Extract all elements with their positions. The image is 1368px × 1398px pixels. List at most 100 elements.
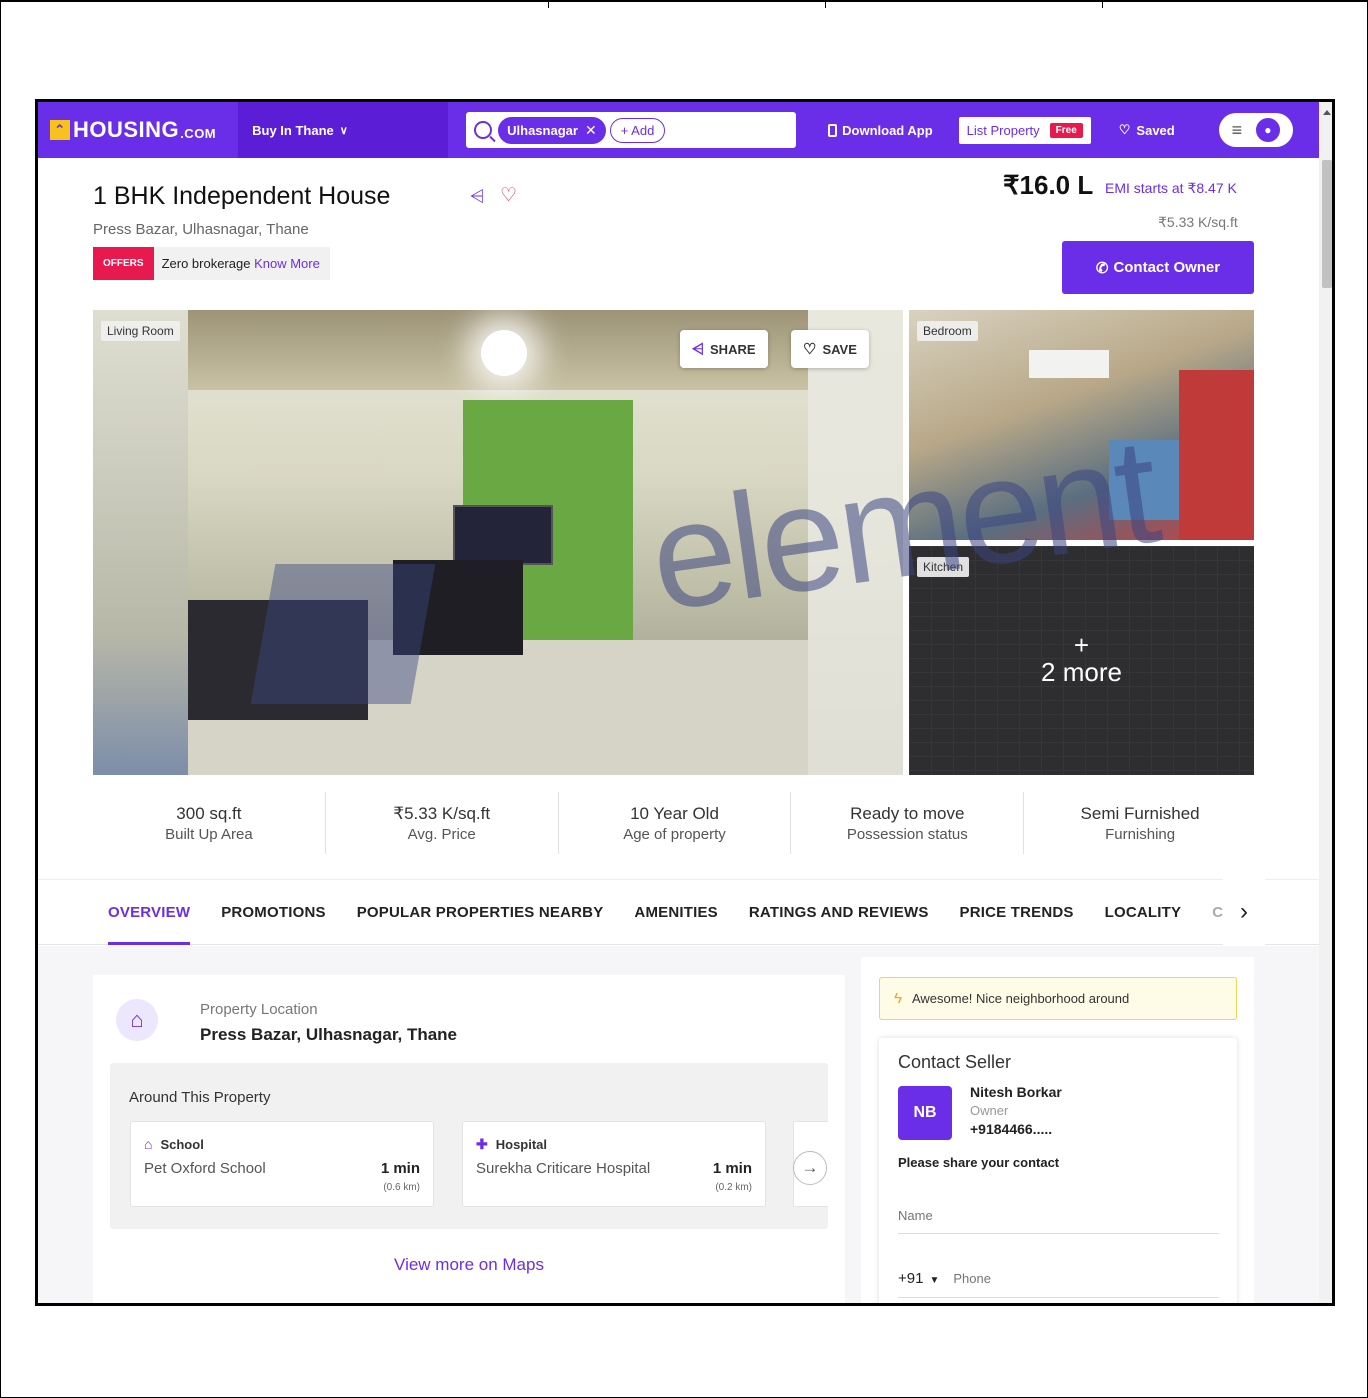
heart-outline-icon: ♡ — [803, 341, 817, 358]
poi-time: 1 min — [380, 1160, 420, 1177]
download-app-label: Download App — [842, 122, 933, 138]
sidebar: ϟ Awesome! Nice neighborhood around Cont… — [861, 957, 1254, 1303]
page: ⌃ HOUSING .COM Buy In Thane ∨ Ulhasnagar… — [0, 0, 1368, 1398]
stat-label: Possession status — [846, 826, 968, 843]
poi-card[interactable]: ✚ Hospital Surekha Criticare Hospital 1 m… — [462, 1121, 766, 1207]
offers-text: Zero brokerage Know More — [154, 256, 330, 271]
property-stats: 300 sq.ft Built Up Area ₹5.33 K/sq.ft Av… — [93, 792, 1256, 854]
poi-category: ✚ Hospital — [476, 1136, 547, 1153]
photo-ac — [1029, 350, 1109, 378]
stat-avg-price: ₹5.33 K/sq.ft Avg. Price — [326, 792, 559, 854]
top-navbar: ⌃ HOUSING .COM Buy In Thane ∨ Ulhasnagar… — [38, 102, 1319, 158]
phone-icon — [828, 123, 838, 137]
section-tabs: OVERVIEW PROMOTIONS POPULAR PROPERTIES N… — [38, 879, 1319, 945]
free-badge: Free — [1049, 122, 1083, 138]
emi-link[interactable]: EMI starts at ₹8.47 K — [1105, 180, 1237, 197]
phone-input[interactable] — [953, 1271, 1174, 1286]
page-scrollbar[interactable] — [1319, 102, 1332, 1303]
close-icon[interactable]: ✕ — [585, 122, 597, 139]
view-more-on-maps-link[interactable]: View more on Maps — [93, 1255, 845, 1275]
frame-tick — [825, 0, 826, 8]
around-property-title: Around This Property — [129, 1089, 271, 1106]
know-more-link[interactable]: Know More — [254, 256, 320, 271]
seller-name: Nitesh Borkar — [970, 1084, 1062, 1100]
photo-left-blur — [93, 310, 188, 775]
tab-promotions[interactable]: PROMOTIONS — [221, 879, 326, 945]
photo-lamp — [481, 330, 527, 376]
list-property-label: List Property — [966, 122, 1040, 138]
stat-value: Semi Furnished — [1080, 804, 1200, 823]
property-price: ₹16.0 L — [1003, 170, 1094, 200]
poi-card[interactable]: ⌂ School Pet Oxford School 1 min (0.6 km) — [130, 1121, 434, 1207]
tab-popular-properties[interactable]: POPULAR PROPERTIES NEARBY — [357, 879, 604, 945]
account-menu[interactable]: ≡ ● — [1218, 113, 1293, 147]
location-chip[interactable]: Ulhasnagar ✕ — [498, 116, 606, 144]
poi-distance: (0.2 km) — [715, 1182, 752, 1193]
stat-furnishing: Semi Furnished Furnishing — [1024, 792, 1256, 854]
location-chip-label: Ulhasnagar — [507, 122, 578, 138]
stat-label: Age of property — [623, 826, 726, 843]
contact-owner-label: Contact Owner — [1113, 259, 1221, 276]
photo-tv — [453, 505, 553, 565]
property-location-value: Press Bazar, Ulhasnagar, Thane — [200, 1025, 458, 1044]
seller-phone: +9184466..... — [970, 1121, 1053, 1137]
offers-description: Zero brokerage — [161, 256, 251, 271]
city-dropdown[interactable]: Buy In Thane ∨ — [238, 102, 449, 158]
contact-owner-button[interactable]: ✆ Contact Owner — [1062, 241, 1254, 294]
seller-role: Owner — [970, 1103, 1009, 1118]
arrow-right-icon[interactable]: → — [793, 1151, 827, 1185]
user-avatar-icon: ● — [1255, 118, 1280, 142]
photo-curtain — [1179, 370, 1254, 540]
property-address: Press Bazar, Ulhasnagar, Thane — [93, 221, 309, 238]
property-title: 1 BHK Independent House — [93, 182, 391, 210]
plus-icon: + — [1073, 630, 1090, 660]
heart-icon[interactable]: ♡ — [500, 184, 517, 207]
name-input[interactable] — [898, 1198, 1219, 1234]
scroll-thumb[interactable] — [1322, 160, 1332, 288]
chevron-right-icon[interactable]: › — [1223, 879, 1265, 945]
poi-category: ⌂ School — [144, 1136, 204, 1152]
country-code-select[interactable]: +91 ▼ — [898, 1270, 939, 1287]
stat-label: Furnishing — [1105, 826, 1176, 843]
lightning-icon: ϟ — [894, 990, 902, 1007]
search-icon — [474, 121, 493, 139]
tab-price-trends[interactable]: PRICE TRENDS — [960, 879, 1074, 945]
location-pin-icon: ⌂ — [116, 999, 158, 1041]
tab-overview[interactable]: OVERVIEW — [108, 879, 191, 945]
poi-category-label: Hospital — [495, 1137, 548, 1152]
search-box[interactable]: Ulhasnagar ✕ + Add — [466, 112, 797, 148]
tab-locality[interactable]: LOCALITY — [1105, 879, 1182, 945]
save-button[interactable]: ♡ SAVE — [791, 330, 869, 368]
saved-heart-icon: ♡ — [1118, 122, 1131, 137]
scroll-up-icon[interactable] — [1323, 110, 1331, 115]
stat-label: Avg. Price — [407, 826, 476, 843]
share-icon[interactable]: ⩤ — [470, 186, 484, 207]
saved-link[interactable]: ♡ Saved — [1119, 122, 1175, 138]
contact-seller-card: Contact Seller NB Nitesh Borkar Owner +9… — [879, 1038, 1237, 1303]
tab-ratings-reviews[interactable]: RATINGS AND REVIEWS — [749, 879, 929, 945]
stat-value: Ready to move — [850, 804, 965, 823]
add-location-button[interactable]: + Add — [609, 117, 666, 143]
watermark-logo-shape — [250, 564, 436, 704]
poi-time: 1 min — [712, 1160, 752, 1177]
city-label: Buy In Thane — [252, 122, 334, 138]
neighborhood-banner: ϟ Awesome! Nice neighborhood around — [879, 977, 1237, 1020]
share-button[interactable]: ⩤ SHARE — [680, 330, 768, 368]
tab-amenities[interactable]: AMENITIES — [634, 879, 717, 945]
bedroom-label: Bedroom — [917, 321, 978, 341]
stat-value: 10 Year Old — [630, 804, 719, 823]
offers-banner: OFFERS Zero brokerage Know More — [93, 247, 330, 280]
list-property-button[interactable]: List Property Free — [958, 116, 1091, 144]
poi-name: Surekha Criticare Hospital — [476, 1160, 651, 1177]
poi-name: Pet Oxford School — [144, 1160, 266, 1177]
download-app-link[interactable]: Download App — [828, 123, 933, 138]
browser-viewport: ⌃ HOUSING .COM Buy In Thane ∨ Ulhasnagar… — [35, 99, 1335, 1306]
seller-avatar: NB — [898, 1086, 952, 1140]
save-label: SAVE — [822, 341, 857, 357]
logo-text: HOUSING — [73, 117, 180, 142]
phone-row: +91 ▼ — [898, 1260, 1219, 1298]
more-photos-count: 2 more — [1041, 657, 1122, 687]
property-location-label: Property Location — [200, 1001, 318, 1018]
housing-logo[interactable]: ⌃ HOUSING .COM — [50, 117, 216, 143]
share-icon: ⩤ — [692, 340, 705, 358]
